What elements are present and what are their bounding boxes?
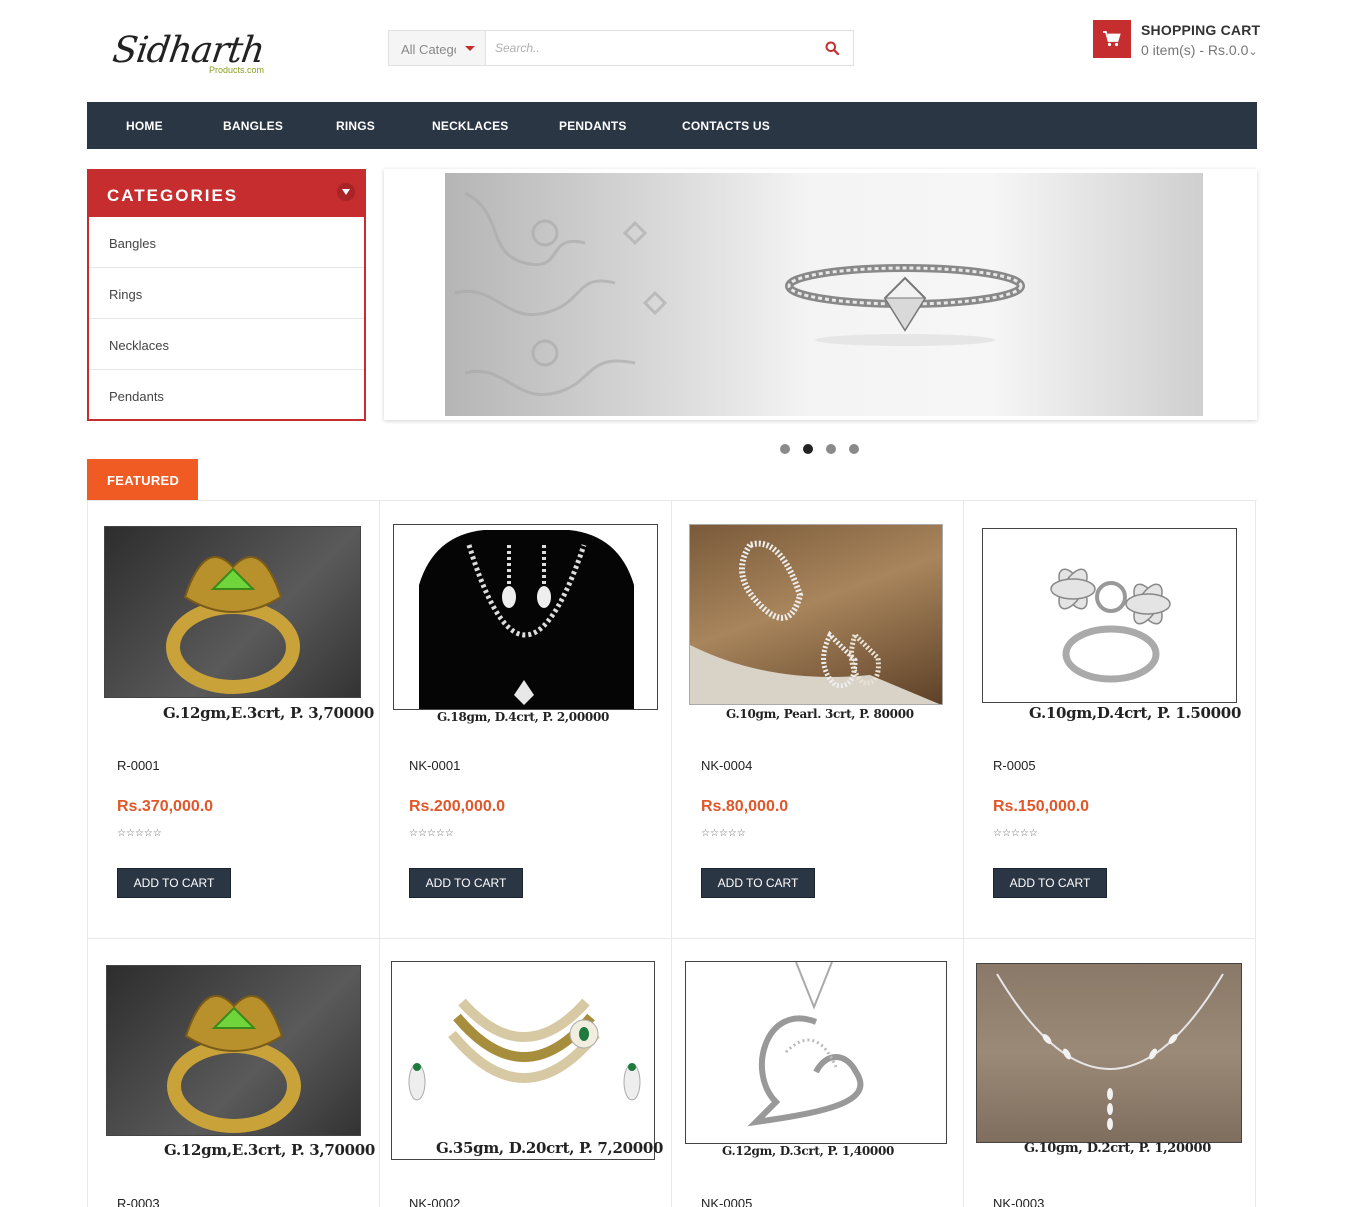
product-caption: G.18gm, D.4crt, P. 2,00000: [437, 710, 610, 724]
nav-necklaces[interactable]: NECKLACES: [432, 119, 508, 133]
product-sku[interactable]: NK-0002: [409, 1196, 460, 1207]
leaf-necklace-image: [996, 973, 1224, 1130]
nav-pendants[interactable]: PENDANTS: [559, 119, 627, 133]
cart-summary[interactable]: 0 item(s) - Rs.0.0⌄: [1141, 42, 1258, 58]
category-item-label: Necklaces: [109, 338, 169, 353]
cart-button[interactable]: [1093, 20, 1131, 58]
product-image[interactable]: [976, 963, 1242, 1143]
product-sku[interactable]: NK-0004: [701, 758, 752, 773]
product-card: G.12gm, D.3crt, P. 1,40000 NK-0005: [672, 939, 964, 1207]
cart-summary-text: 0 item(s) - Rs.0.0: [1141, 42, 1249, 58]
slider-dot-3[interactable]: [826, 444, 836, 454]
search-input[interactable]: [487, 31, 807, 65]
category-select-value: All Categories: [401, 42, 456, 57]
product-card: G.12gm,E.3crt, P. 3,70000 R-0003: [88, 939, 380, 1207]
product-caption: G.12gm,E.3crt, P. 3,70000: [164, 1141, 376, 1159]
category-item-necklaces[interactable]: Necklaces: [89, 319, 364, 370]
slider-dot-1[interactable]: [780, 444, 790, 454]
product-sku[interactable]: R-0003: [117, 1196, 160, 1207]
product-price: Rs.80,000.0: [701, 798, 789, 815]
nav-home[interactable]: HOME: [126, 119, 163, 133]
necklace-image: [419, 530, 634, 709]
flower-ring-image: [1050, 568, 1171, 683]
product-card: G.10gm,D.4crt, P. 1.50000 R-0005 Rs.150,…: [964, 501, 1256, 939]
choker-set-image: [408, 998, 641, 1101]
ring-image: [167, 995, 301, 1133]
page: Sidharth Products.com All Categories SHO…: [0, 0, 1346, 1207]
main-navigation: HOME BANGLES RINGS NECKLACES PENDANTS CO…: [87, 102, 1257, 149]
nav-bangles[interactable]: BANGLES: [223, 119, 283, 133]
nav-rings[interactable]: RINGS: [336, 119, 375, 133]
product-sku[interactable]: NK-0001: [409, 758, 460, 773]
site-logo[interactable]: Sidharth Products.com: [110, 30, 283, 80]
product-price: Rs.150,000.0: [993, 798, 1090, 815]
chevron-down-icon: ⌄: [1248, 46, 1258, 58]
chevron-down-icon: [465, 46, 475, 51]
product-sku[interactable]: NK-0003: [993, 1196, 1044, 1207]
add-to-cart-button[interactable]: ADD TO CART: [409, 868, 523, 898]
slide-image: [445, 173, 1203, 416]
product-image[interactable]: [391, 961, 655, 1160]
category-item-pendants[interactable]: Pendants: [89, 370, 364, 421]
categories-panel: CATEGORIES Bangles Rings Necklaces Penda…: [87, 169, 366, 421]
rating-stars: ☆☆☆☆☆: [701, 828, 746, 839]
product-caption: G.35gm, D.20crt, P. 7,20000: [436, 1139, 664, 1157]
heart-pendant-image: [747, 962, 864, 1127]
category-item-bangles[interactable]: Bangles: [89, 217, 364, 268]
slider-dot-2[interactable]: [803, 444, 813, 454]
add-to-cart-button[interactable]: ADD TO CART: [993, 868, 1107, 898]
rating-stars: ☆☆☆☆☆: [993, 828, 1038, 839]
chevron-down-icon[interactable]: [337, 183, 355, 201]
product-image[interactable]: [393, 524, 658, 710]
category-item-rings[interactable]: Rings: [89, 268, 364, 319]
product-caption: G.10gm, D.2crt, P. 1,20000: [1024, 1141, 1212, 1156]
product-sku[interactable]: R-0005: [993, 758, 1036, 773]
product-sku[interactable]: R-0001: [117, 758, 160, 773]
product-image[interactable]: [685, 961, 947, 1144]
nav-contacts-us[interactable]: CONTACTS US: [682, 119, 770, 133]
product-caption: G.12gm, D.3crt, P. 1,40000: [722, 1144, 895, 1158]
logo-subtext: Products.com: [209, 65, 265, 75]
category-select[interactable]: All Categories: [389, 31, 486, 65]
slider-dot-4[interactable]: [849, 444, 859, 454]
product-card: G.35gm, D.20crt, P. 7,20000 NK-0002: [380, 939, 672, 1207]
category-item-label: Bangles: [109, 236, 156, 251]
product-sku[interactable]: NK-0005: [701, 1196, 752, 1207]
shopping-cart-icon: [1103, 31, 1121, 47]
product-caption: G.10gm, Pearl. 3crt, P. 80000: [726, 707, 914, 721]
rating-stars: ☆☆☆☆☆: [117, 828, 162, 839]
categories-title: CATEGORIES: [107, 186, 239, 205]
category-item-label: Rings: [109, 287, 143, 302]
featured-tab[interactable]: FEATURED: [87, 459, 198, 500]
hero-slider[interactable]: [384, 169, 1257, 420]
category-item-label: Pendants: [109, 389, 164, 404]
featured-tab-label: FEATURED: [107, 473, 180, 488]
product-caption: G.10gm,D.4crt, P. 1.50000: [1029, 704, 1242, 722]
pendant-set-image: [690, 540, 940, 704]
product-caption: G.12gm,E.3crt, P. 3,70000: [163, 704, 375, 722]
product-card: G.18gm, D.4crt, P. 2,00000 NK-0001 Rs.20…: [380, 501, 672, 939]
rating-stars: ☆☆☆☆☆: [409, 828, 454, 839]
product-price: Rs.370,000.0: [117, 798, 214, 815]
product-grid: G.12gm,E.3crt, P. 3,70000 R-0001 Rs.370,…: [87, 500, 1257, 1207]
search-bar: All Categories: [388, 30, 854, 66]
product-image[interactable]: [104, 526, 361, 698]
product-image[interactable]: [689, 524, 943, 705]
product-price: Rs.200,000.0: [409, 798, 506, 815]
ring-image: [166, 556, 300, 694]
diamond-ring-image: [785, 264, 1025, 346]
cart-title: SHOPPING CART: [1141, 22, 1261, 38]
categories-header[interactable]: CATEGORIES: [89, 171, 364, 217]
search-icon[interactable]: [825, 41, 839, 55]
product-card: G.10gm, D.2crt, P. 1,20000 NK-0003: [964, 939, 1256, 1207]
product-image[interactable]: [106, 965, 361, 1136]
floral-pattern: [454, 191, 668, 397]
add-to-cart-button[interactable]: ADD TO CART: [701, 868, 815, 898]
product-card: G.10gm, Pearl. 3crt, P. 80000 NK-0004 Rs…: [672, 501, 964, 939]
product-image[interactable]: [982, 528, 1237, 703]
add-to-cart-button[interactable]: ADD TO CART: [117, 868, 231, 898]
product-card: G.12gm,E.3crt, P. 3,70000 R-0001 Rs.370,…: [88, 501, 380, 939]
